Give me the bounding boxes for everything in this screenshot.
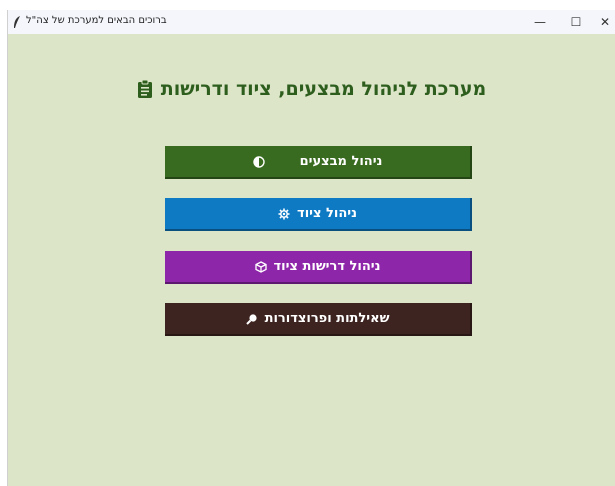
- clipboard-icon: [137, 79, 152, 98]
- half-circle-icon: [252, 155, 265, 168]
- equipment-management-label: ניהול ציוד: [297, 206, 357, 221]
- queries-procedures-button[interactable]: שאילתות ופרוצדורות: [165, 303, 472, 336]
- page-title: מערכת לניהול מבצעים, ציוד ודרישות: [160, 78, 487, 100]
- operations-management-label: ניהול מבצעים: [299, 154, 383, 169]
- search-icon: [245, 313, 257, 325]
- package-icon: [254, 260, 267, 273]
- gear-icon: [278, 208, 290, 219]
- close-icon: ✕: [599, 15, 611, 29]
- close-button[interactable]: ✕: [594, 10, 615, 34]
- maximize-button[interactable]: ☐: [558, 10, 594, 34]
- operations-management-button[interactable]: ניהול מבצעים: [165, 146, 472, 179]
- equipment-requests-label: ניהול דרישות ציוד: [273, 259, 381, 274]
- minimize-button[interactable]: —: [522, 10, 558, 34]
- title-bar[interactable]: ברוכים הבאים למערכת של צה"ל — ☐ ✕: [8, 10, 615, 34]
- page-heading: מערכת לניהול מבצעים, ציוד ודרישות: [8, 78, 615, 100]
- maximize-icon: ☐: [570, 15, 582, 29]
- window-title: ברוכים הבאים למערכת של צה"ל: [26, 15, 167, 26]
- queries-procedures-label: שאילתות ופרוצדורות: [264, 311, 390, 326]
- feather-icon: [14, 16, 20, 28]
- equipment-requests-button[interactable]: ניהול דרישות ציוד: [165, 251, 472, 284]
- equipment-management-button[interactable]: ניהול ציוד: [165, 198, 472, 231]
- minimize-icon: —: [534, 15, 546, 29]
- app-window: ברוכים הבאים למערכת של צה"ל — ☐ ✕ מערכת …: [7, 10, 615, 486]
